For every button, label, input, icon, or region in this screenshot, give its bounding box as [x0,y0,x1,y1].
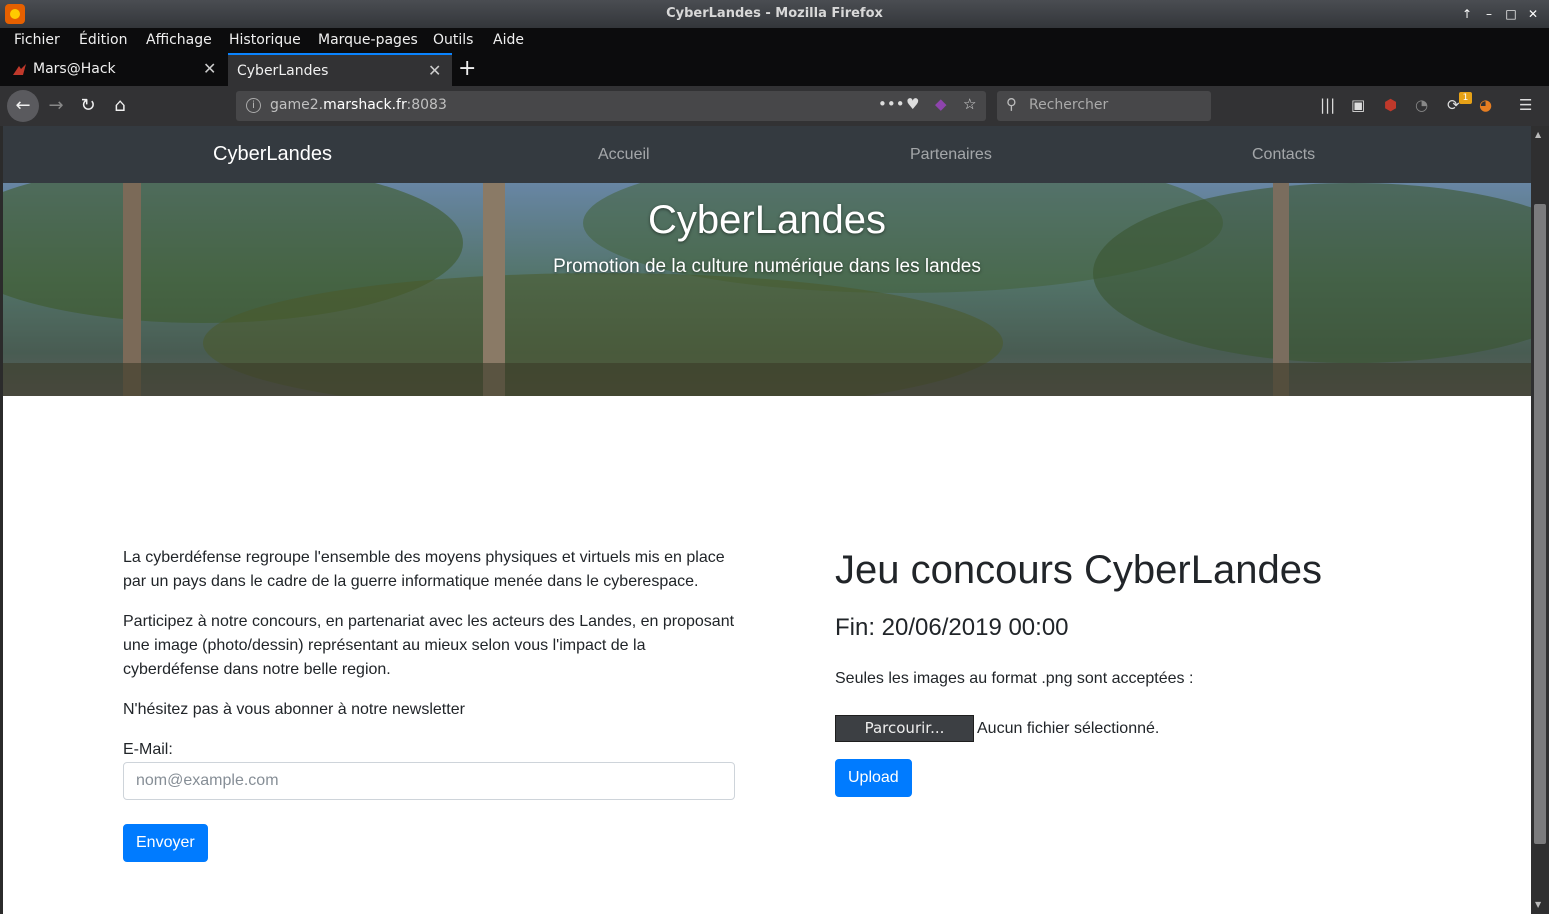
page-viewport: CyberLandes Accueil Partenaires Contacts… [3,126,1531,914]
email-label: E-Mail: [123,741,173,758]
contest-paragraph: Participez à notre concours, en partenar… [123,613,735,678]
menu-outils[interactable]: Outils [433,32,473,48]
window-title: CyberLandes - Mozilla Firefox [666,6,883,21]
search-bar[interactable]: ⚲ Rechercher [997,91,1211,121]
home-button[interactable]: ⌂ [104,90,136,122]
page-scrollbar[interactable]: ▲ ▼ [1531,126,1549,914]
tab-marshack[interactable]: Mars@Hack ✕ [0,53,226,86]
hamburger-menu-icon[interactable]: ☰ [1519,96,1532,114]
site-navbar: CyberLandes Accueil Partenaires Contacts [3,126,1531,183]
format-note: Seules les images au format .png sont ac… [835,670,1194,687]
window-maximize-button[interactable]: □ [1502,5,1520,23]
window-close-button[interactable]: ✕ [1524,5,1542,23]
new-tab-button[interactable]: + [458,56,476,81]
newsletter-paragraph: N'hésitez pas à vous abonner à notre new… [123,701,465,718]
contest-column: Jeu concours CyberLandes Fin: 20/06/2019… [835,546,1435,797]
back-button[interactable]: ← [7,90,39,122]
nav-contacts[interactable]: Contacts [1252,146,1315,164]
theme-palette-icon[interactable]: ◕ [1479,96,1492,114]
menu-affichage[interactable]: Affichage [146,32,212,48]
marshack-favicon-icon [13,64,26,75]
url-text[interactable]: game2.marshack.fr:8083 [270,97,447,113]
menubar: Fichier Édition Affichage Historique Mar… [0,28,1549,53]
tab-cyberlandes[interactable]: CyberLandes ✕ [228,53,452,86]
window-minimize-button[interactable]: – [1480,5,1498,23]
window-titlebar: CyberLandes - Mozilla Firefox ↑ – □ ✕ [0,0,1549,28]
navigation-toolbar: ← → ↻ ⌂ i game2.marshack.fr:8083 ••• ♥ ◆… [0,86,1549,126]
menu-marque-pages[interactable]: Marque-pages [318,32,418,48]
envoyer-button[interactable]: Envoyer [123,824,208,862]
menu-aide[interactable]: Aide [493,32,524,48]
nav-partenaires[interactable]: Partenaires [910,146,992,164]
nav-accueil[interactable]: Accueil [598,146,650,164]
file-input: Parcourir... Aucun fichier sélectionné. [835,715,1435,743]
hero-title: CyberLandes [648,198,886,242]
upload-button[interactable]: Upload [835,759,912,797]
pocket-icon[interactable]: ♥ [906,95,919,113]
page-actions-icon[interactable]: ••• [878,95,905,113]
notification-badge: 1 [1459,92,1472,104]
newsletter-column: La cyberdéfense regroupe l'ensemble des … [123,546,735,862]
window-pin-icon[interactable]: ↑ [1458,5,1476,23]
menu-edition[interactable]: Édition [79,32,127,48]
contest-title: Jeu concours CyberLandes [835,548,1322,592]
contest-deadline: Fin: 20/06/2019 00:00 [835,614,1069,641]
hero-banner: CyberLandes Promotion de la culture numé… [3,183,1531,396]
extension-duck-icon[interactable]: ◔ [1415,96,1428,114]
site-info-icon[interactable]: i [246,98,261,113]
url-bar[interactable]: i game2.marshack.fr:8083 ••• ♥ ◆ ☆ [236,91,986,121]
search-placeholder: Rechercher [1029,97,1109,113]
browse-button[interactable]: Parcourir... [835,715,974,742]
bookmark-star-icon[interactable]: ☆ [963,95,976,113]
menu-fichier[interactable]: Fichier [14,32,60,48]
no-file-text: Aucun fichier sélectionné. [977,719,1160,737]
intro-paragraph: La cyberdéfense regroupe l'ensemble des … [123,549,725,590]
reload-button[interactable]: ↻ [72,90,104,122]
hero-subtitle: Promotion de la culture numérique dans l… [553,256,981,277]
scroll-up-icon[interactable]: ▲ [1535,130,1541,139]
tab-strip: Mars@Hack ✕ CyberLandes ✕ + [0,53,1549,86]
site-brand[interactable]: CyberLandes [213,143,332,166]
ublock-icon[interactable]: ⬢ [1384,96,1397,114]
tab-close-icon[interactable]: ✕ [428,61,441,80]
search-icon: ⚲ [1006,95,1017,113]
forward-button[interactable]: → [40,90,72,122]
menu-historique[interactable]: Historique [229,32,301,48]
tab-close-icon[interactable]: ✕ [203,59,216,78]
update-icon[interactable]: ⟳ [1447,96,1460,114]
sidebar-icon[interactable]: ▣ [1351,96,1365,114]
library-icon[interactable]: ||| [1320,96,1335,114]
scrollbar-thumb[interactable] [1534,204,1546,844]
extension-icon[interactable]: ◆ [935,95,947,113]
scroll-down-icon[interactable]: ▼ [1535,900,1541,909]
email-field[interactable] [123,762,735,800]
